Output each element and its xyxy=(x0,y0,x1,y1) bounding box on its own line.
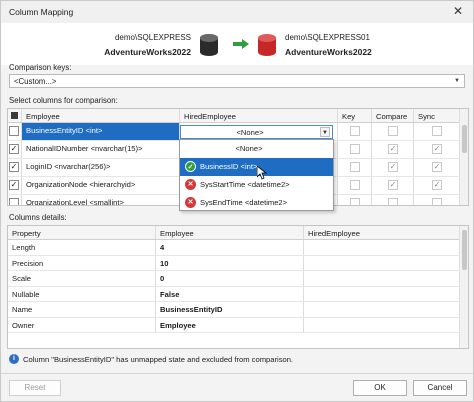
reset-button[interactable]: Reset xyxy=(9,380,61,396)
column-mapping-dialog: Column Mapping ✕ demo\SQLEXPRESS Adventu… xyxy=(0,0,474,402)
row-checkbox[interactable]: ✓ xyxy=(9,180,19,190)
header-property: Property xyxy=(8,226,156,239)
details-grid-header: Property Employee HiredEmployee xyxy=(8,226,460,240)
title-bar: Column Mapping ✕ xyxy=(1,1,473,23)
compare-checkbox[interactable]: ✓ xyxy=(388,162,398,172)
key-checkbox[interactable] xyxy=(350,126,360,136)
header-compare: Compare xyxy=(372,109,414,122)
key-checkbox[interactable] xyxy=(350,180,360,190)
info-message: Column "BusinessEntityID" has unmapped s… xyxy=(23,355,294,364)
arrow-right-icon xyxy=(233,39,249,49)
key-checkbox[interactable] xyxy=(350,144,360,154)
comparison-keys-select[interactable]: <Custom...> ▼ xyxy=(9,74,465,88)
sync-checkbox[interactable]: ✓ xyxy=(432,162,442,172)
cancel-button[interactable]: Cancel xyxy=(413,380,467,396)
scrollbar-thumb[interactable] xyxy=(462,125,467,153)
row-checkbox[interactable] xyxy=(9,198,19,205)
error-circle-icon: ✕ xyxy=(185,197,196,208)
table-row: Owner Employee xyxy=(8,317,460,333)
employee-column-cell[interactable]: BusinessEntityID <int> xyxy=(22,123,180,140)
close-icon[interactable]: ✕ xyxy=(451,4,465,18)
table-row: Length 4 xyxy=(8,240,460,256)
ok-button[interactable]: OK xyxy=(353,380,407,396)
details-section-label: Columns details: xyxy=(9,213,67,222)
chevron-down-icon[interactable]: ▼ xyxy=(320,127,330,137)
hired-employee-mapping-select[interactable]: <None> ▼ xyxy=(180,125,333,139)
compare-checkbox[interactable]: ✓ xyxy=(388,144,398,154)
target-database: AdventureWorks2022 xyxy=(285,47,372,57)
header-key: Key xyxy=(338,109,372,122)
table-row: Nullable False xyxy=(8,286,460,302)
dropdown-item-none[interactable]: <None> xyxy=(180,140,333,158)
dialog-title: Column Mapping xyxy=(9,7,74,17)
header-employee: Employee xyxy=(156,226,304,239)
compare-checkbox[interactable] xyxy=(388,126,398,136)
header-hired-employee: HiredEmployee xyxy=(180,109,338,122)
target-server: demo\SQLEXPRESS01 xyxy=(285,33,370,42)
employee-column-cell[interactable]: NationalIDNumber <nvarchar(15)> xyxy=(22,141,180,158)
column-details-grid: Property Employee HiredEmployee Length 4… xyxy=(7,225,469,349)
columns-grid-scrollbar[interactable] xyxy=(459,109,468,205)
table-row: Precision 10 xyxy=(8,255,460,271)
dropdown-item-sysendtime[interactable]: ✕ SysEndTime <datetime2> xyxy=(180,194,333,212)
columns-grid-header: Employee HiredEmployee Key Compare Sync xyxy=(8,109,460,123)
employee-column-cell[interactable]: OrganizationNode <hierarchyid> xyxy=(22,177,180,194)
employee-column-cell[interactable]: LoginID <nvarchar(256)> xyxy=(22,159,180,176)
row-checkbox[interactable]: ✓ xyxy=(9,144,19,154)
sync-checkbox[interactable] xyxy=(432,126,442,136)
key-checkbox[interactable] xyxy=(350,162,360,172)
database-header: demo\SQLEXPRESS AdventureWorks2022 demo\… xyxy=(1,23,473,65)
hired-employee-mapping-value: <None> xyxy=(236,128,264,137)
check-circle-icon: ✓ xyxy=(185,161,196,172)
details-grid-scrollbar[interactable] xyxy=(459,226,468,348)
sync-checkbox[interactable] xyxy=(432,198,442,205)
row-checkbox[interactable]: ✓ xyxy=(9,162,19,172)
comparison-keys-value: <Custom...> xyxy=(14,77,57,86)
employee-column-cell[interactable]: OrganizationLevel <smallint> xyxy=(22,195,180,205)
table-row: Scale 0 xyxy=(8,271,460,287)
chevron-down-icon: ▼ xyxy=(454,78,460,84)
info-icon: i xyxy=(9,354,19,364)
compare-checkbox[interactable]: ✓ xyxy=(388,180,398,190)
sync-checkbox[interactable]: ✓ xyxy=(432,144,442,154)
select-all-square-icon xyxy=(11,112,18,119)
comparison-keys-label: Comparison keys: xyxy=(9,63,72,72)
mouse-cursor-icon xyxy=(257,166,267,180)
source-database-icon xyxy=(200,34,218,56)
sync-checkbox[interactable]: ✓ xyxy=(432,180,442,190)
columns-section-label: Select columns for comparison: xyxy=(9,96,118,105)
header-employee: Employee xyxy=(22,109,180,122)
table-row: Name BusinessEntityID xyxy=(8,302,460,318)
header-sync: Sync xyxy=(414,109,460,122)
error-circle-icon: ✕ xyxy=(185,179,196,190)
header-hired-employee: HiredEmployee xyxy=(304,226,460,239)
info-bar: i Column "BusinessEntityID" has unmapped… xyxy=(9,353,465,367)
select-all-cell[interactable] xyxy=(8,109,22,122)
source-server: demo\SQLEXPRESS xyxy=(114,33,191,42)
dialog-footer: Reset OK Cancel xyxy=(1,373,473,401)
scrollbar-thumb[interactable] xyxy=(462,230,467,270)
compare-checkbox[interactable] xyxy=(388,198,398,205)
row-checkbox[interactable] xyxy=(9,126,19,136)
source-database: AdventureWorks2022 xyxy=(104,47,191,57)
target-database-icon xyxy=(258,34,276,56)
key-checkbox[interactable] xyxy=(350,198,360,205)
